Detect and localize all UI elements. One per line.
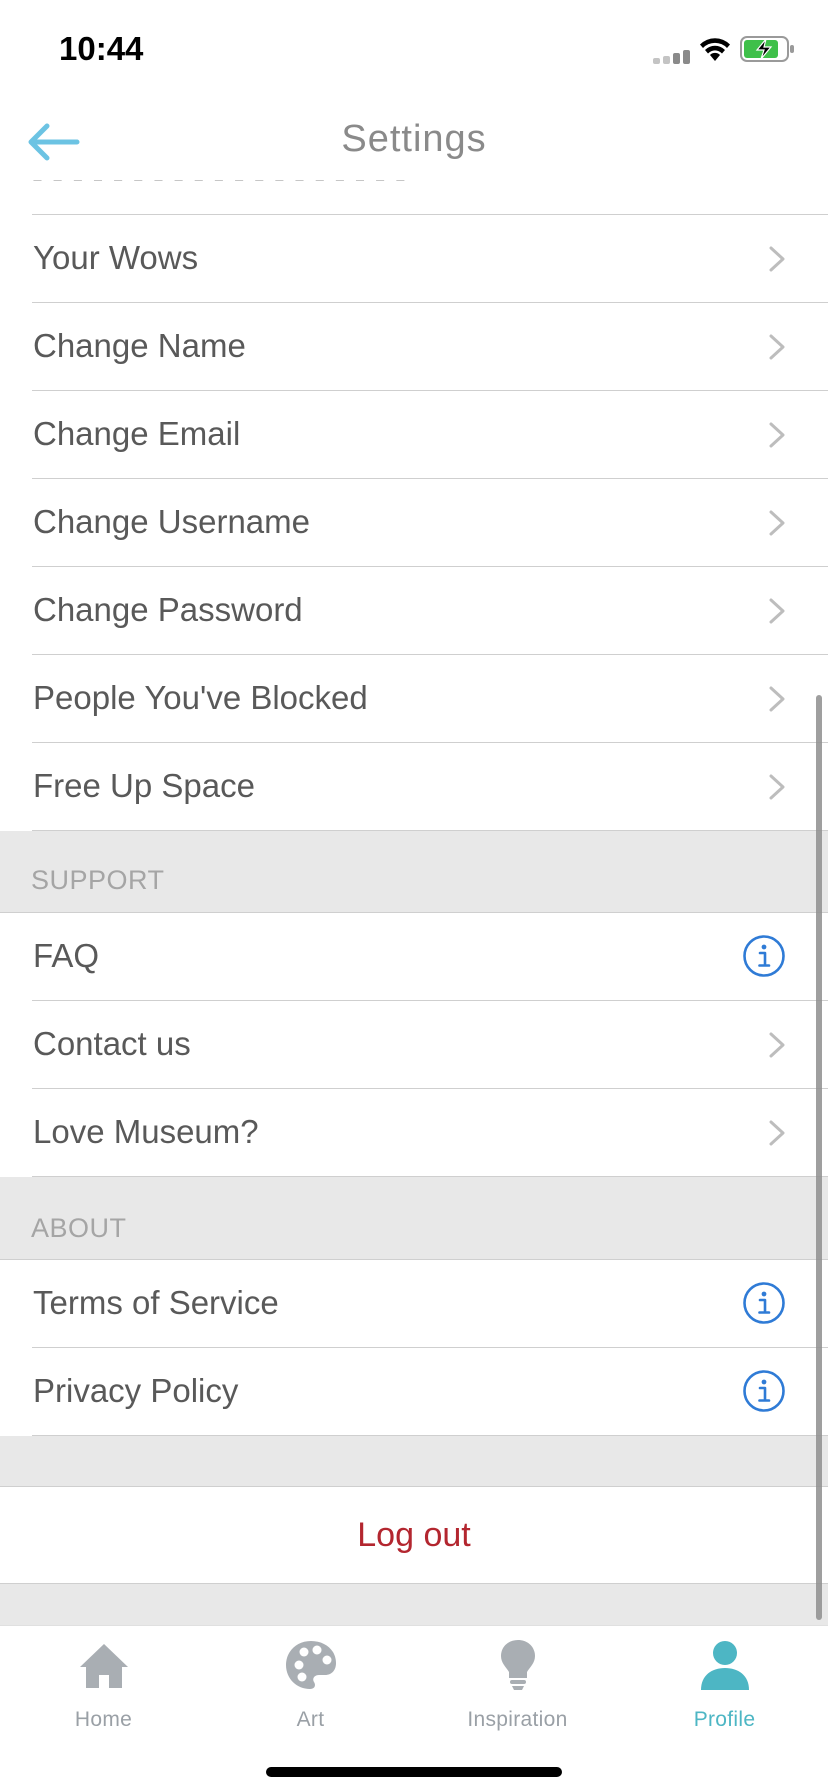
settings-item-blocked-people[interactable]: People You've Blocked — [0, 655, 828, 743]
section-spacer — [0, 1584, 828, 1625]
page-title: Settings — [341, 118, 487, 160]
navigation-bar: Settings — [0, 100, 828, 180]
cellular-signal-icon — [653, 50, 693, 64]
chevron-right-icon — [769, 1032, 785, 1058]
status-time: 10:44 — [59, 30, 144, 67]
settings-list[interactable]: - - - - - - - - - - - - - - - - - - - Yo… — [0, 180, 828, 1625]
settings-item-free-up-space[interactable]: Free Up Space — [0, 743, 828, 831]
settings-item-label: Your Wows — [33, 239, 199, 276]
settings-item-label: Change Name — [33, 327, 246, 364]
wifi-icon — [700, 38, 730, 61]
settings-item-label: Change Email — [33, 415, 241, 452]
settings-item-label: Terms of Service — [33, 1284, 279, 1321]
settings-item-privacy-policy[interactable]: Privacy Policy — [0, 1348, 828, 1436]
chevron-right-icon — [769, 510, 785, 536]
tab-label: Profile — [693, 1708, 756, 1731]
tab-label: Art — [296, 1708, 325, 1731]
status-bar: 10:44 — [0, 0, 828, 100]
settings-item-label: FAQ — [33, 937, 100, 974]
home-indicator[interactable] — [266, 1767, 562, 1777]
settings-item-contact-us[interactable]: Contact us — [0, 1001, 828, 1089]
settings-item-change-password[interactable]: Change Password — [0, 567, 828, 655]
tab-home[interactable]: Home — [0, 1626, 207, 1736]
scrollbar[interactable] — [816, 695, 822, 1620]
chevron-right-icon — [769, 774, 785, 800]
settings-item-change-name[interactable]: Change Name — [0, 303, 828, 391]
settings-item-change-email[interactable]: Change Email — [0, 391, 828, 479]
info-icon[interactable] — [742, 1281, 786, 1325]
section-title: SUPPORT — [31, 865, 165, 895]
tab-profile[interactable]: Profile — [621, 1626, 828, 1736]
lightbulb-icon — [500, 1640, 535, 1690]
chevron-right-icon — [769, 334, 785, 360]
settings-item-faq[interactable]: FAQ — [0, 913, 828, 1001]
chevron-right-icon — [769, 422, 785, 448]
settings-item-label: Change Password — [33, 591, 303, 628]
settings-item-label: Free Up Space — [33, 767, 255, 804]
tab-inspiration[interactable]: Inspiration — [414, 1626, 621, 1736]
chevron-right-icon — [769, 1120, 785, 1146]
settings-item-label: Contact us — [33, 1025, 191, 1062]
section-spacer — [0, 1436, 828, 1489]
info-icon[interactable] — [742, 1369, 786, 1413]
battery-charging-icon — [740, 36, 794, 62]
settings-item-label: Change Username — [33, 503, 310, 540]
section-header-support: SUPPORT — [0, 831, 828, 913]
info-icon[interactable] — [742, 934, 786, 978]
tab-label: Inspiration — [467, 1708, 568, 1731]
settings-item-label: Love Museum? — [33, 1113, 259, 1150]
home-icon — [79, 1644, 128, 1688]
tab-art[interactable]: Art — [207, 1626, 414, 1736]
settings-item-label: Privacy Policy — [33, 1372, 239, 1409]
settings-item-terms-of-service[interactable]: Terms of Service — [0, 1260, 828, 1348]
chevron-right-icon — [769, 246, 785, 272]
section-title: ABOUT — [31, 1213, 127, 1243]
settings-item-love-museum[interactable]: Love Museum? — [0, 1089, 828, 1177]
logout-label: Log out — [357, 1516, 471, 1554]
list-item-partially-hidden: - - - - - - - - - - - - - - - - - - - — [0, 180, 828, 215]
chevron-right-icon — [769, 598, 785, 624]
section-header-about: ABOUT — [0, 1177, 828, 1260]
settings-item-your-wows[interactable]: Your Wows — [0, 215, 828, 303]
chevron-right-icon — [769, 686, 785, 712]
tab-label: Home — [74, 1708, 133, 1731]
logout-button[interactable]: Log out — [0, 1486, 828, 1584]
settings-item-change-username[interactable]: Change Username — [0, 479, 828, 567]
person-icon — [700, 1641, 749, 1690]
palette-icon — [285, 1641, 336, 1689]
settings-item-label: People You've Blocked — [33, 679, 368, 716]
